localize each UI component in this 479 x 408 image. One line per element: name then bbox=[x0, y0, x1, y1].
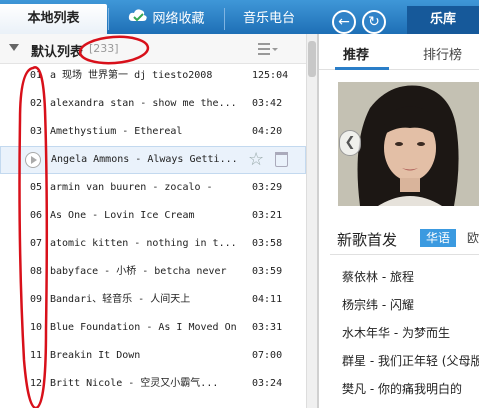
new-songs-heading: 新歌首发 bbox=[337, 231, 398, 249]
song-row[interactable]: 11 Breakin It Down 07:00 bbox=[0, 342, 306, 370]
song-duration: 03:29 bbox=[252, 182, 283, 193]
song-duration: 03:59 bbox=[252, 266, 283, 277]
tab-music-store[interactable]: 乐库 bbox=[407, 6, 479, 34]
song-row[interactable]: 02 alexandra stan - show me the... 03:42 bbox=[0, 90, 306, 118]
song-duration: 03:21 bbox=[252, 210, 283, 221]
new-song-item[interactable]: 樊凡 - 你的痛我明白的 bbox=[342, 380, 462, 397]
song-duration: 125:04 bbox=[252, 70, 289, 81]
song-title: Amethystium - Ethereal bbox=[50, 126, 183, 137]
playlist-scrollbar[interactable] bbox=[306, 34, 317, 408]
store-tab-bar: 推荐 排行榜 bbox=[319, 34, 479, 70]
song-index: 06 bbox=[30, 210, 43, 221]
song-title: As One - Lovin Ice Cream bbox=[50, 210, 195, 221]
song-index: 02 bbox=[30, 98, 43, 109]
collapse-triangle-icon[interactable] bbox=[9, 44, 19, 51]
heading-divider bbox=[330, 254, 479, 255]
song-duration: 03:31 bbox=[252, 322, 283, 333]
song-duration: 03:58 bbox=[252, 238, 283, 249]
song-row[interactable]: 03 Amethystium - Ethereal 04:20 bbox=[0, 118, 306, 146]
song-row[interactable]: 01 a 现场 世界第一 dj tiesto2008 125:04 bbox=[0, 64, 306, 90]
favorite-star-icon[interactable]: ☆ bbox=[248, 150, 264, 170]
song-index: 01 bbox=[30, 70, 43, 81]
chevron-left-icon: ❮ bbox=[344, 135, 356, 150]
tab-music-radio-label: 音乐电台 bbox=[242, 11, 295, 26]
song-duration: 04:11 bbox=[252, 294, 283, 305]
song-row[interactable]: 08 babyface - 小桥 - betcha never 03:59 bbox=[0, 258, 306, 286]
song-duration: 04:20 bbox=[252, 126, 283, 137]
tab-separator bbox=[224, 8, 225, 30]
song-title: Britt Nicole - 空灵又小霸气... bbox=[50, 378, 219, 389]
song-duration: 07:00 bbox=[252, 350, 283, 361]
song-index: 08 bbox=[30, 266, 43, 277]
song-title: a 现场 世界第一 dj tiesto2008 bbox=[50, 70, 213, 81]
song-duration: 03:24 bbox=[252, 378, 283, 389]
song-title: alexandra stan - show me the... bbox=[50, 98, 237, 109]
song-title: Breakin It Down bbox=[50, 350, 141, 361]
play-icon[interactable] bbox=[25, 152, 41, 168]
playlist-title: 默认列表 bbox=[31, 45, 84, 60]
tab-music-store-label: 乐库 bbox=[429, 12, 456, 27]
song-index: 03 bbox=[30, 126, 43, 137]
tab-cloud-favorites[interactable]: 网络收藏 bbox=[110, 4, 223, 34]
back-button[interactable]: ← bbox=[332, 10, 356, 34]
song-title: Angela Ammons - Always Getti... bbox=[51, 154, 238, 165]
song-title: Bandari、轻音乐 - 人间天上 bbox=[50, 294, 191, 305]
arrow-left-icon: ← bbox=[338, 14, 350, 30]
tab-chinese-songs[interactable]: 华语 bbox=[420, 229, 456, 247]
song-row[interactable]: 05 armin van buuren - zocalo - 03:29 bbox=[0, 174, 306, 202]
list-menu-icon[interactable] bbox=[258, 43, 278, 55]
refresh-icon: ↻ bbox=[368, 14, 380, 30]
song-index: 10 bbox=[30, 322, 43, 333]
tab-cloud-favorites-label: 网络收藏 bbox=[152, 11, 205, 27]
tab-local-list-label: 本地列表 bbox=[27, 11, 80, 26]
song-row[interactable]: Angela Ammons - Always Getti... ☆ bbox=[0, 146, 306, 174]
song-row[interactable]: 10 Blue Foundation - As I Moved On 03:31 bbox=[0, 314, 306, 342]
song-duration: 03:42 bbox=[252, 98, 283, 109]
song-row[interactable]: 06 As One - Lovin Ice Cream 03:21 bbox=[0, 202, 306, 230]
song-row[interactable]: 09 Bandari、轻音乐 - 人间天上 04:11 bbox=[0, 286, 306, 314]
song-title: babyface - 小桥 - betcha never bbox=[50, 266, 227, 277]
song-title: armin van buuren - zocalo - bbox=[50, 182, 213, 193]
tab-western-songs[interactable]: 欧 bbox=[467, 229, 479, 246]
new-song-item[interactable]: 杨宗纬 - 闪耀 bbox=[342, 296, 414, 313]
song-index: 11 bbox=[30, 350, 43, 361]
new-song-item[interactable]: 水木年华 - 为梦而生 bbox=[342, 324, 450, 341]
song-row[interactable]: 07 atomic kitten - nothing in t... 03:58 bbox=[0, 230, 306, 258]
song-row[interactable]: 12 Britt Nicole - 空灵又小霸气... 03:24 bbox=[0, 370, 306, 398]
song-title: atomic kitten - nothing in t... bbox=[50, 238, 237, 249]
new-song-item[interactable]: 蔡依林 - 旅程 bbox=[342, 268, 414, 285]
tab-music-radio[interactable]: 音乐电台 bbox=[226, 4, 312, 34]
tab-separator bbox=[108, 8, 109, 30]
song-title: Blue Foundation - As I Moved On bbox=[50, 322, 237, 333]
playlist-header[interactable]: 默认列表 [233] bbox=[0, 34, 306, 64]
playlist-count: [233] bbox=[89, 42, 119, 55]
song-index: 05 bbox=[30, 182, 43, 193]
panel-divider[interactable] bbox=[317, 34, 319, 408]
scrollbar-thumb[interactable] bbox=[308, 41, 316, 77]
song-index: 09 bbox=[30, 294, 43, 305]
cloud-icon bbox=[128, 4, 148, 34]
song-index: 12 bbox=[30, 378, 43, 389]
banner-prev-button[interactable]: ❮ bbox=[339, 130, 361, 156]
trash-icon[interactable] bbox=[275, 152, 288, 167]
refresh-button[interactable]: ↻ bbox=[362, 10, 386, 34]
tab-recommend[interactable]: 推荐 bbox=[343, 44, 369, 63]
song-list: 01 a 现场 世界第一 dj tiesto2008 125:04 02 alexand… bbox=[0, 64, 306, 408]
active-tab-underline bbox=[335, 67, 389, 70]
tab-rankings[interactable]: 排行榜 bbox=[423, 44, 462, 63]
new-song-item[interactable]: 群星 - 我们正年轻 (父母版) bbox=[342, 352, 479, 369]
song-index: 07 bbox=[30, 238, 43, 249]
tab-local-list[interactable]: 本地列表 bbox=[0, 4, 107, 34]
